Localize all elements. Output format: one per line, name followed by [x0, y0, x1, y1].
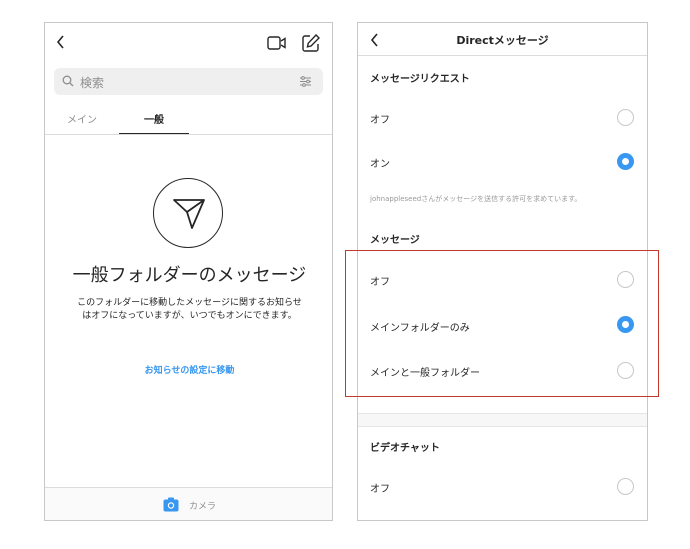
camera-icon	[163, 497, 179, 512]
radio-requests-off[interactable]	[617, 109, 634, 126]
bottom-camera-bar[interactable]: カメラ	[45, 487, 332, 520]
header-divider	[358, 55, 647, 56]
requests-note: johnappleseedさんがメッセージを送信する許可を求めています。	[370, 195, 582, 203]
search-placeholder: 検索	[80, 76, 105, 90]
tab-main[interactable]: メイン	[67, 111, 97, 126]
option-label-requests-off[interactable]: オフ	[370, 111, 390, 126]
page-title: Directメッセージ	[456, 34, 549, 47]
tab-general[interactable]: 一般	[144, 111, 164, 126]
option-label-video-off[interactable]: オフ	[370, 480, 390, 495]
section-title-message-requests: メッセージリクエスト	[370, 74, 470, 85]
filter-icon[interactable]	[299, 75, 312, 88]
section-title-video-chat: ビデオチャット	[370, 443, 440, 454]
option-label-requests-on[interactable]: オン	[370, 155, 390, 170]
section-separator	[358, 413, 647, 427]
empty-state-description: このフォルダーに移動したメッセージに関するお知らせはオフになっていますが、いつで…	[77, 298, 302, 321]
radio-requests-on[interactable]	[617, 153, 634, 170]
notification-settings-link[interactable]: お知らせの設定に移動	[45, 363, 332, 376]
search-bar[interactable]: 検索	[54, 68, 323, 95]
search-icon	[62, 75, 74, 87]
radio-video-off[interactable]	[617, 478, 634, 495]
back-chevron-icon[interactable]	[55, 34, 67, 50]
direct-inbox-screen: 検索 メイン 一般 一般フォルダーのメッセージ このフォルダーに移動したメッセー…	[44, 22, 333, 521]
section-title-messages: メッセージ	[370, 235, 420, 246]
compose-icon[interactable]	[301, 33, 321, 53]
empty-state-title: 一般フォルダーのメッセージ	[72, 265, 307, 286]
highlight-box	[345, 250, 659, 397]
direct-send-icon	[153, 178, 223, 248]
camera-label: カメラ	[189, 502, 217, 512]
video-call-icon[interactable]	[267, 35, 287, 51]
tab-divider	[45, 134, 332, 135]
